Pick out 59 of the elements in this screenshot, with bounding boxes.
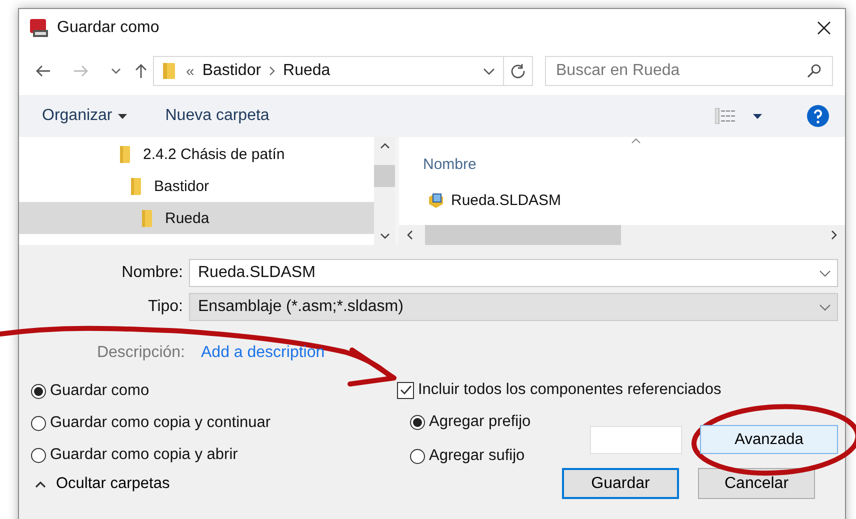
scroll-thumb[interactable] <box>425 225 621 245</box>
save-mode-radio[interactable]: Guardar como copia y continuar <box>31 407 397 439</box>
save-button[interactable]: Guardar <box>562 468 679 499</box>
chevron-down-icon[interactable] <box>111 68 121 74</box>
folder-icon <box>141 210 153 226</box>
hide-folders-button[interactable]: Ocultar carpetas <box>31 475 170 493</box>
chevron-down-icon[interactable] <box>483 68 495 74</box>
assembly-file-icon <box>427 191 445 209</box>
save-mode-radio[interactable]: Guardar como copia y abrir <box>31 439 397 471</box>
help-icon[interactable] <box>807 105 829 127</box>
advanced-button[interactable]: Avanzada <box>700 425 838 454</box>
scroll-down-icon[interactable] <box>380 233 390 239</box>
type-label: Tipo: <box>147 298 184 316</box>
horizontal-scrollbar[interactable] <box>399 225 845 245</box>
chevron-up-icon <box>35 480 46 488</box>
view-list-icon[interactable] <box>715 108 735 124</box>
chevron-down-icon <box>819 304 831 310</box>
folder-icon <box>119 146 131 162</box>
overflow-chevrons[interactable]: « <box>186 62 194 80</box>
folder-icon <box>130 178 142 194</box>
back-arrow-icon[interactable] <box>35 65 51 77</box>
column-header[interactable]: Nombre <box>423 156 476 177</box>
breadcrumb[interactable]: Bastidor <box>202 62 262 80</box>
description-label: Descripción: <box>96 344 186 362</box>
folder-tree-item[interactable]: Rueda <box>19 202 374 234</box>
organize-menu-button[interactable]: Organizar <box>42 107 128 125</box>
include-references-checkbox[interactable]: Incluir todos los componentes referenciados <box>397 375 838 405</box>
add-description-link[interactable]: Add a description <box>201 344 325 362</box>
folder-tree-item[interactable]: Bastidor <box>19 170 374 202</box>
search-field[interactable]: Buscar en Rueda <box>545 56 833 86</box>
chevron-down-icon <box>819 270 831 276</box>
file-name-field[interactable]: Rueda.SLDASM <box>189 259 838 287</box>
up-arrow-icon[interactable] <box>135 63 147 79</box>
folder-tree-item[interactable]: 2.4.2 Chásis de patín <box>19 138 374 170</box>
app-icon <box>29 18 49 38</box>
folder-icon <box>162 62 176 80</box>
scroll-thumb[interactable] <box>374 165 395 187</box>
save-mode-radio[interactable]: Guardar como <box>31 375 397 407</box>
affix-input-field[interactable] <box>590 426 682 454</box>
vertical-scrollbar[interactable] <box>374 137 395 245</box>
sort-caret-icon <box>631 138 641 144</box>
checkmark-icon <box>400 385 412 395</box>
window-title: Guardar como <box>57 19 160 37</box>
new-folder-button[interactable]: Nueva carpeta <box>165 107 270 125</box>
file-item[interactable]: Rueda.SLDASM <box>399 177 845 209</box>
caret-down-icon <box>118 114 128 118</box>
caret-down-icon[interactable] <box>753 114 762 118</box>
affix-radio[interactable]: Agregar prefijo <box>410 405 590 439</box>
close-icon[interactable] <box>817 21 831 35</box>
chevron-right-icon[interactable] <box>269 66 276 76</box>
name-label: Nombre: <box>120 264 184 282</box>
scroll-left-icon[interactable] <box>407 230 413 240</box>
refresh-icon <box>510 63 526 79</box>
scroll-up-icon[interactable] <box>380 143 390 149</box>
scroll-right-icon[interactable] <box>831 230 837 240</box>
search-icon <box>807 64 821 78</box>
file-type-dropdown[interactable]: Ensamblaje (*.asm;*.sldasm) <box>189 293 838 321</box>
address-bar[interactable]: « Bastidor Rueda <box>153 56 533 86</box>
breadcrumb[interactable]: Rueda <box>283 62 330 80</box>
